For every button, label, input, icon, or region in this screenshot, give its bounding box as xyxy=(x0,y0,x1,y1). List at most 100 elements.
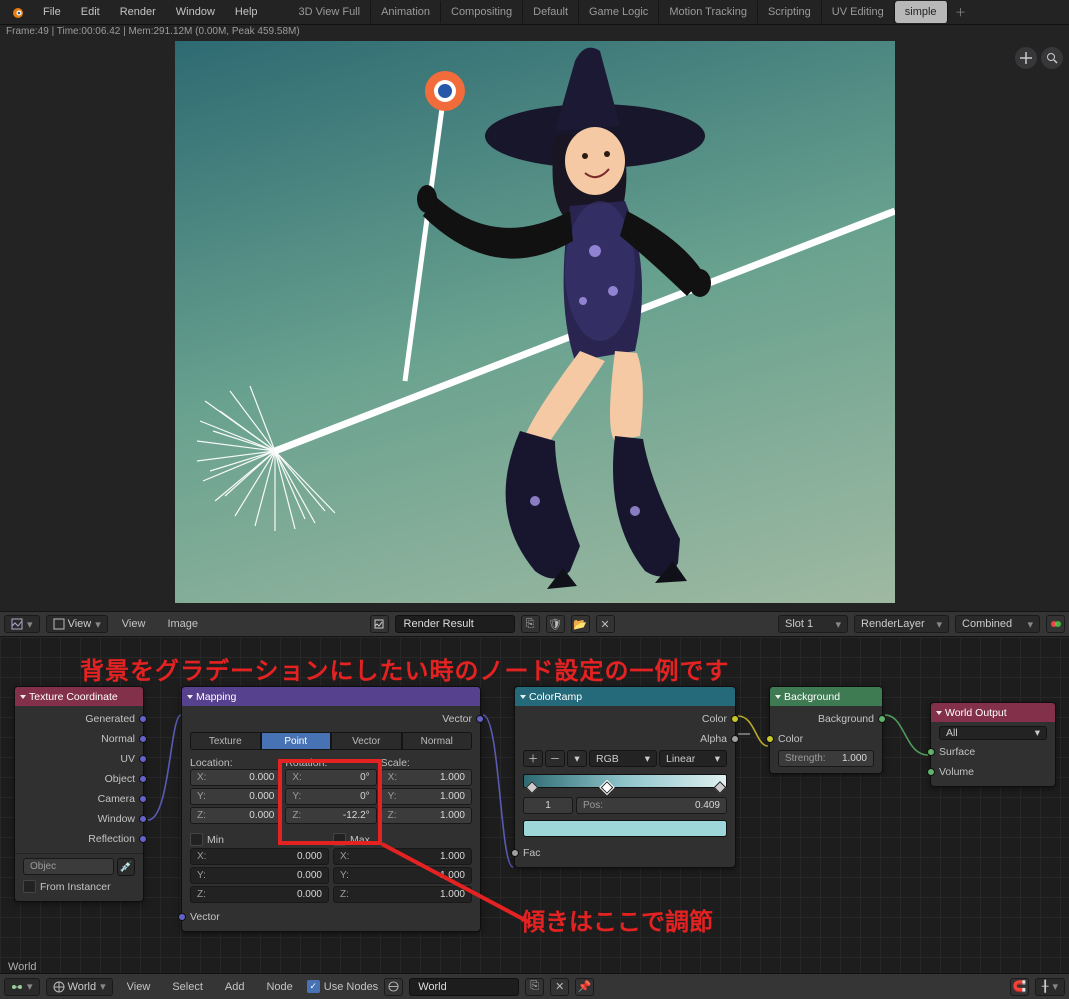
location-x[interactable]: X:0.000 xyxy=(190,769,281,786)
world-name-field[interactable]: World xyxy=(409,978,519,996)
snap-toggle-icon[interactable]: 🧲 xyxy=(1010,978,1029,996)
min-x[interactable]: X:0.000 xyxy=(190,848,329,865)
node-texture-coordinate[interactable]: Texture Coordinate Generated Normal UV Obje… xyxy=(14,686,144,902)
min-z[interactable]: Z:0.000 xyxy=(190,886,329,903)
node-header[interactable]: World Output xyxy=(931,703,1055,722)
pin-icon[interactable]: 📌 xyxy=(575,978,594,996)
node-header[interactable]: Mapping xyxy=(182,687,480,706)
pan-gizmo-icon[interactable] xyxy=(1015,47,1037,69)
min-checkbox[interactable] xyxy=(190,833,203,846)
output-reflection[interactable]: Reflection xyxy=(23,830,135,847)
add-workspace-button[interactable]: ＋ xyxy=(950,4,972,20)
strength-field[interactable]: Strength:1.000 xyxy=(778,750,874,767)
bottom-menu-add[interactable]: Add xyxy=(217,974,253,999)
rotation-z[interactable]: Z:-12.2° xyxy=(285,807,376,824)
bottom-menu-view[interactable]: View xyxy=(119,974,159,999)
node-background[interactable]: Background Background Color Strength:1.0… xyxy=(769,686,883,774)
node-mapping[interactable]: Mapping Vector TexturePointVectorNormal … xyxy=(181,686,481,932)
ramp-color-swatch[interactable] xyxy=(523,820,727,837)
ramp-colormode-dropdown[interactable]: RGB▾ xyxy=(589,750,657,767)
unlink-icon[interactable]: ✕ xyxy=(596,615,615,633)
header-menu-image[interactable]: Image xyxy=(159,612,206,636)
world-browse-icon[interactable] xyxy=(384,978,403,996)
menu-render[interactable]: Render xyxy=(111,0,165,24)
linked-data-icon[interactable]: ⎘ xyxy=(521,615,540,633)
fake-user-icon[interactable]: 🛡 xyxy=(546,615,565,633)
output-generated[interactable]: Generated xyxy=(23,710,135,727)
open-image-icon[interactable]: 📂 xyxy=(571,615,590,633)
menu-edit[interactable]: Edit xyxy=(72,0,109,24)
workspace-tab-motion-tracking[interactable]: Motion Tracking xyxy=(659,1,758,23)
output-uv[interactable]: UV xyxy=(23,750,135,767)
ramp-interp-dropdown[interactable]: Linear▾ xyxy=(659,750,727,767)
workspace-tab-compositing[interactable]: Compositing xyxy=(441,1,523,23)
menu-window[interactable]: Window xyxy=(167,0,224,24)
min-y[interactable]: Y:0.000 xyxy=(190,867,329,884)
workspace-tab-simple[interactable]: simple xyxy=(895,1,948,23)
node-header[interactable]: Texture Coordinate xyxy=(15,687,143,706)
slot-dropdown[interactable]: Slot 1▾ xyxy=(778,615,848,633)
workspace-tab-default[interactable]: Default xyxy=(523,1,579,23)
editor-type-dropdown-bottom[interactable]: ▾ xyxy=(4,978,40,996)
workspace-tab-uv-editing[interactable]: UV Editing xyxy=(822,1,895,23)
output-camera[interactable]: Camera xyxy=(23,790,135,807)
ramp-add-button[interactable]: ＋ xyxy=(523,750,543,767)
node-editor-area[interactable]: 背景をグラデーションにしたい時のノード設定の一例です 傾きはここで調節 Text… xyxy=(0,637,1069,979)
zoom-gizmo-icon[interactable] xyxy=(1041,47,1063,69)
max-z[interactable]: Z:1.000 xyxy=(333,886,472,903)
bottom-menu-node[interactable]: Node xyxy=(258,974,300,999)
bottom-menu-select[interactable]: Select xyxy=(164,974,211,999)
ramp-pos-field[interactable]: Pos:0.409 xyxy=(576,797,727,814)
image-editor-viewport[interactable] xyxy=(0,37,1069,611)
scale-y[interactable]: Y:1.000 xyxy=(381,788,472,805)
ramp-stop-0[interactable] xyxy=(526,781,539,794)
output-object[interactable]: Object xyxy=(23,770,135,787)
node-editor-header: ▾ World▾ View Select Add Node ✓Use Nodes… xyxy=(0,973,1069,999)
from-instancer-checkbox[interactable] xyxy=(23,880,36,893)
new-world-icon[interactable]: ⎘ xyxy=(525,978,544,996)
ramp-index-field[interactable]: 1 xyxy=(523,797,573,814)
node-header[interactable]: ColorRamp xyxy=(515,687,735,706)
workspace-tab-animation[interactable]: Animation xyxy=(371,1,441,23)
unlink-world-icon[interactable]: ✕ xyxy=(550,978,569,996)
workspace-tab-scripting[interactable]: Scripting xyxy=(758,1,822,23)
header-menu-view[interactable]: View xyxy=(114,612,154,636)
pass-dropdown[interactable]: Combined▾ xyxy=(955,615,1040,633)
scale-x[interactable]: X:1.000 xyxy=(381,769,472,786)
scale-z[interactable]: Z:1.000 xyxy=(381,807,472,824)
use-nodes-toggle[interactable]: ✓Use Nodes xyxy=(307,980,378,993)
rotation-y[interactable]: Y:0° xyxy=(285,788,376,805)
mapping-type-point[interactable]: Point xyxy=(261,732,332,750)
workspace-tab-3d-view-full[interactable]: 3D View Full xyxy=(289,1,372,23)
output-normal[interactable]: Normal xyxy=(23,730,135,747)
rotation-x[interactable]: X:0° xyxy=(285,769,376,786)
menu-file[interactable]: File xyxy=(34,0,70,24)
ramp-stop-1[interactable] xyxy=(600,781,613,794)
node-world-output[interactable]: World Output All▾ Surface Volume xyxy=(930,702,1056,787)
image-browse-icon[interactable] xyxy=(370,615,389,633)
workspace-tab-game-logic[interactable]: Game Logic xyxy=(579,1,659,23)
location-y[interactable]: Y:0.000 xyxy=(190,788,281,805)
editor-type-dropdown[interactable]: ▾ xyxy=(4,615,40,633)
max-checkbox[interactable] xyxy=(333,833,346,846)
mapping-type-normal[interactable]: Normal xyxy=(402,732,473,750)
menu-help[interactable]: Help xyxy=(226,0,267,24)
location-z[interactable]: Z:0.000 xyxy=(190,807,281,824)
ramp-stop-2[interactable] xyxy=(714,781,727,794)
node-colorramp[interactable]: ColorRamp Color Alpha ＋ － ▾ RGB▾ Linear▾… xyxy=(514,686,736,868)
colorramp-gradient[interactable] xyxy=(523,774,727,788)
image-name-field[interactable]: Render Result xyxy=(395,615,515,633)
eyedropper-icon[interactable]: 💉 xyxy=(117,858,135,876)
mapping-type-vector[interactable]: Vector xyxy=(331,732,402,750)
mode-dropdown[interactable]: View▾ xyxy=(46,615,108,633)
shader-type-dropdown[interactable]: World▾ xyxy=(46,978,113,996)
ramp-remove-button[interactable]: － xyxy=(545,750,565,767)
ramp-tools-dropdown[interactable]: ▾ xyxy=(567,750,587,767)
snap-type-dropdown[interactable]: ╂▾ xyxy=(1035,978,1065,996)
node-header[interactable]: Background xyxy=(770,687,882,706)
display-channels-icon[interactable] xyxy=(1046,615,1065,633)
renderlayer-dropdown[interactable]: RenderLayer▾ xyxy=(854,615,949,633)
mapping-type-texture[interactable]: Texture xyxy=(190,732,261,750)
output-window[interactable]: Window xyxy=(23,810,135,827)
target-dropdown[interactable]: All▾ xyxy=(939,726,1047,740)
